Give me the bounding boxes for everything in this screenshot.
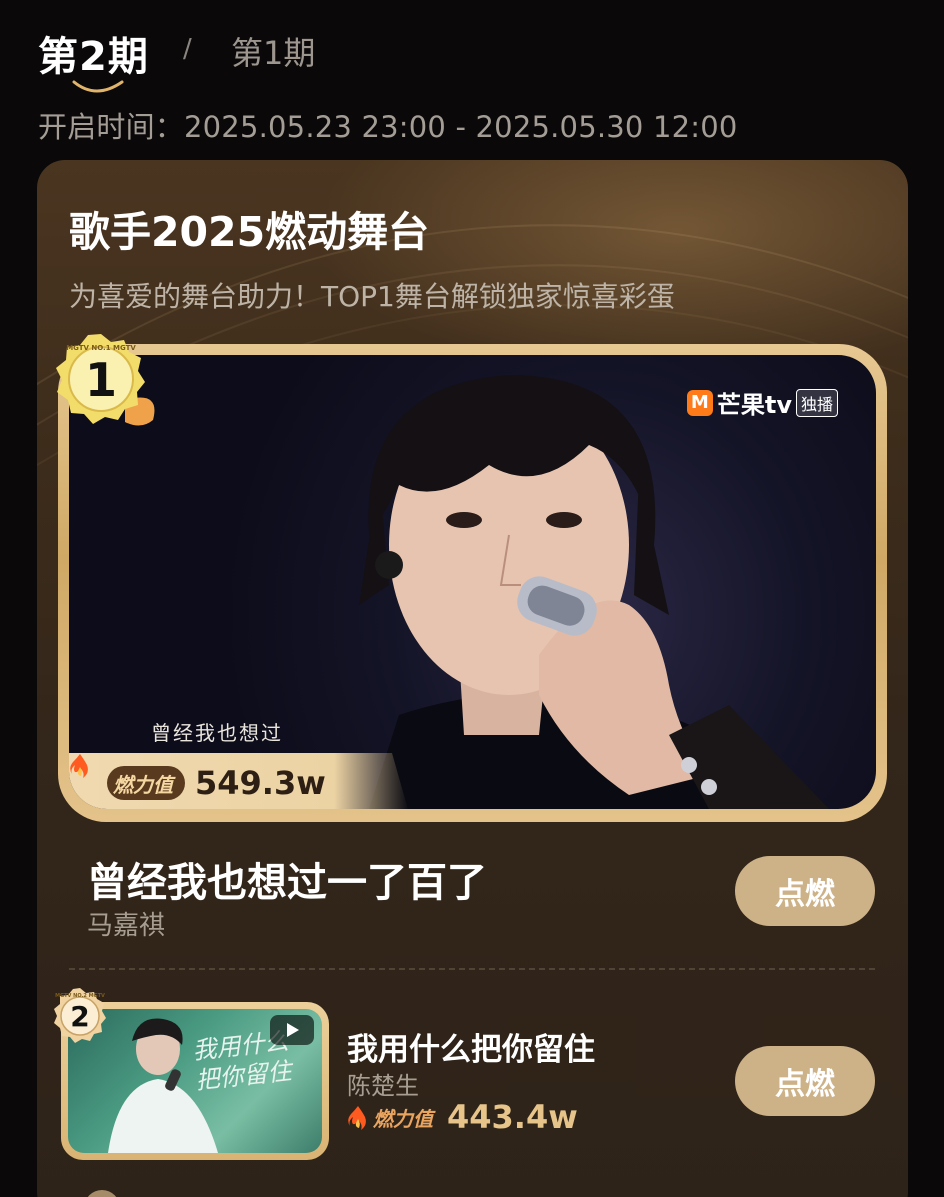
rank2-singer-name: 陈楚生 — [347, 1072, 419, 1100]
rank-2-medal-icon: 2 MGTV NO.2 MGTV — [54, 988, 106, 1043]
top1-ignite-button[interactable]: 点燃 — [735, 856, 875, 926]
lyric-caption: 曾经我也想过 — [151, 721, 283, 745]
period-tabs: 第2期 / 第1期 — [38, 22, 438, 93]
rank2-ignite-button[interactable]: 点燃 — [735, 1046, 875, 1116]
rank-2-medal-text: MGTV NO.2 MGTV — [55, 993, 105, 999]
rank2-fire-label: 燃力值 — [373, 1107, 433, 1131]
rank2-score: 443.4w — [447, 1098, 578, 1136]
rank-1-medal-icon: 1 MGTV NO.1 MGTV — [56, 334, 155, 426]
mgtv-watermark: M 芒果tv 独播 — [686, 385, 838, 420]
fire-label: 燃力值 — [113, 772, 173, 797]
top1-singer-name: 马嘉祺 — [87, 911, 166, 941]
rank-2-number: 2 — [70, 1000, 89, 1033]
top1-stage-image[interactable]: M 芒果tv 独播 曾经我也想过 燃力值 549.3w — [69, 355, 876, 809]
tab-period-1[interactable]: 第1期 — [231, 28, 315, 74]
top1-song-title[interactable]: 曾经我也想过一了百了 — [87, 850, 487, 908]
ranking-card: 歌手2025燃动舞台 为喜爱的舞台助力！TOP1舞台解锁独家惊喜彩蛋 M 芒果t… — [37, 160, 908, 1197]
play-icon[interactable] — [270, 1015, 314, 1045]
rank2-song-title[interactable]: 我用什么把你留住 — [347, 1024, 595, 1069]
top1-score-bar: 燃力值 549.3w — [69, 753, 409, 809]
mgtv-brand: 芒果tv — [716, 391, 792, 419]
mgtv-logo-icon: M — [686, 389, 713, 416]
tab-active-underline — [72, 80, 124, 93]
rank2-fire-badge: 燃力值 — [347, 1103, 433, 1132]
card-title: 歌手2025燃动舞台 — [69, 208, 430, 256]
rank-3-medal-icon — [87, 1190, 117, 1197]
fire-icon — [70, 754, 88, 778]
open-time-text: 开启时间：2025.05.23 23:00 - 2025.05.30 12:00 — [38, 110, 738, 144]
rank-1-medal-text: MGTV NO.1 MGTV — [66, 344, 136, 352]
fire-badge: 燃力值 — [70, 754, 185, 800]
top1-score: 549.3w — [195, 764, 326, 802]
card-subtitle: 为喜爱的舞台助力！TOP1舞台解锁独家惊喜彩蛋 — [69, 280, 675, 313]
tab-separator: / — [183, 34, 192, 64]
exclusive-badge: 独播 — [795, 388, 838, 417]
top1-stage-card[interactable]: M 芒果tv 独播 曾经我也想过 燃力值 549.3w — [58, 344, 887, 822]
rank2-fire-icon — [348, 1105, 366, 1130]
rank-1-number: 1 — [85, 353, 117, 407]
section-divider — [69, 968, 875, 970]
tab-period-2[interactable]: 第2期 — [38, 24, 149, 82]
